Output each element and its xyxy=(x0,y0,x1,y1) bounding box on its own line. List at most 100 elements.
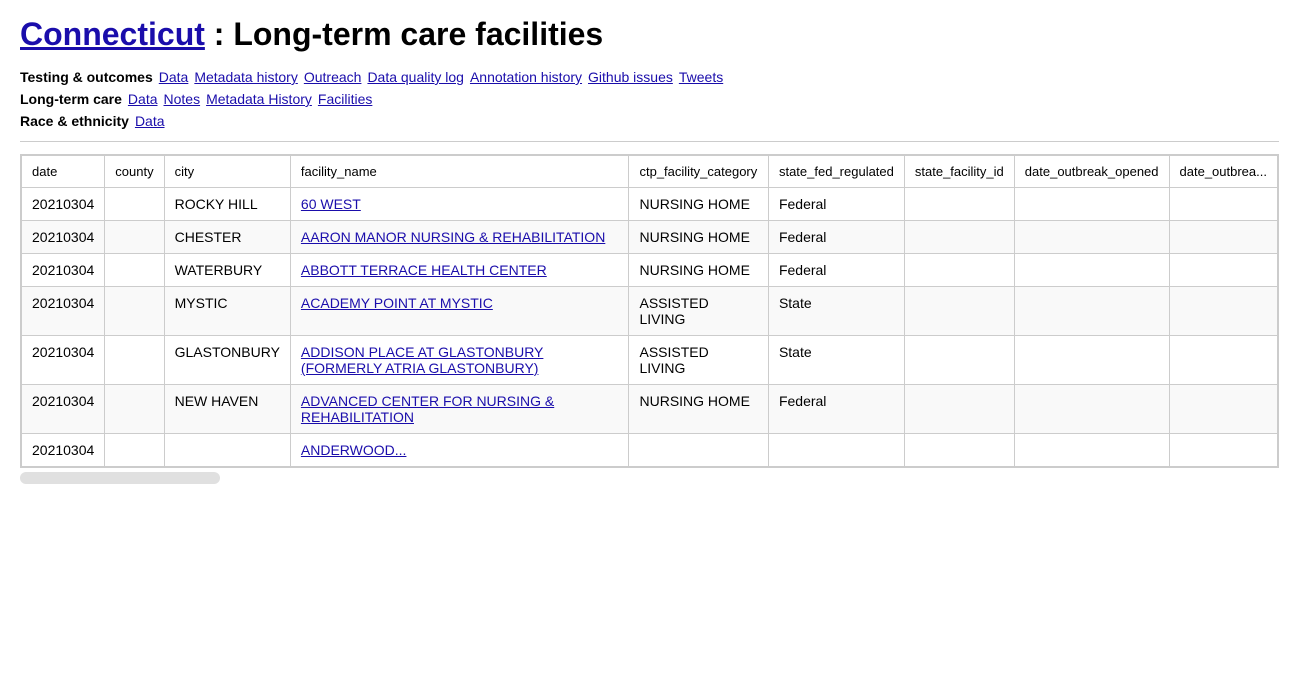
col-header-city: city xyxy=(164,156,290,188)
nav-long-term-care: Long-term care Data Notes Metadata Histo… xyxy=(20,91,1279,107)
cell-state-facility-id xyxy=(904,287,1014,336)
nav-label-ltc: Long-term care xyxy=(20,91,122,107)
cell-county xyxy=(105,434,164,467)
nav-link-github-issues[interactable]: Github issues xyxy=(588,69,673,85)
nav-link-data-ltc[interactable]: Data xyxy=(128,91,158,107)
nav-link-facilities[interactable]: Facilities xyxy=(318,91,372,107)
cell-facility-name: 60 WEST xyxy=(290,188,629,221)
cell-category: NURSING HOME xyxy=(629,221,768,254)
nav-link-data-testing[interactable]: Data xyxy=(159,69,189,85)
nav-link-notes[interactable]: Notes xyxy=(164,91,201,107)
cell-date-outbreak-opened xyxy=(1014,385,1169,434)
nav-label-testing: Testing & outcomes xyxy=(20,69,153,85)
cell-city: WATERBURY xyxy=(164,254,290,287)
cell-state-facility-id xyxy=(904,336,1014,385)
table-row: 20210304 WATERBURY ABBOTT TERRACE HEALTH… xyxy=(22,254,1278,287)
cell-state-facility-id xyxy=(904,385,1014,434)
cell-date-outbreak-opened xyxy=(1014,336,1169,385)
cell-state-fed: Federal xyxy=(768,221,904,254)
col-header-county: county xyxy=(105,156,164,188)
facility-link[interactable]: ACADEMY POINT AT MYSTIC xyxy=(301,295,493,311)
cell-facility-name: ACADEMY POINT AT MYSTIC xyxy=(290,287,629,336)
cell-date-outbreak xyxy=(1169,221,1277,254)
facilities-table: date county city facility_name ctp_facil… xyxy=(21,155,1278,467)
cell-date: 20210304 xyxy=(22,385,105,434)
nav-link-annotation-history[interactable]: Annotation history xyxy=(470,69,582,85)
cell-category: ASSISTED LIVING xyxy=(629,287,768,336)
cell-facility-name: ADDISON PLACE AT GLASTONBURY (FORMERLY A… xyxy=(290,336,629,385)
cell-category: NURSING HOME xyxy=(629,188,768,221)
cell-facility-name: ABBOTT TERRACE HEALTH CENTER xyxy=(290,254,629,287)
facility-link[interactable]: ADDISON PLACE AT GLASTONBURY (FORMERLY A… xyxy=(301,344,543,376)
cell-date: 20210304 xyxy=(22,221,105,254)
table-row: 20210304 CHESTER AARON MANOR NURSING & R… xyxy=(22,221,1278,254)
page-title: Connecticut : Long-term care facilities xyxy=(20,16,1279,53)
cell-state-fed: State xyxy=(768,287,904,336)
cell-city: ROCKY HILL xyxy=(164,188,290,221)
cell-date: 20210304 xyxy=(22,336,105,385)
table-row: 20210304 ANDERWOOD... xyxy=(22,434,1278,467)
cell-date-outbreak-opened xyxy=(1014,254,1169,287)
cell-facility-name: AARON MANOR NURSING & REHABILITATION xyxy=(290,221,629,254)
cell-date-outbreak xyxy=(1169,254,1277,287)
horizontal-scrollbar[interactable] xyxy=(20,472,220,484)
table-row: 20210304 GLASTONBURY ADDISON PLACE AT GL… xyxy=(22,336,1278,385)
facility-link[interactable]: ANDERWOOD... xyxy=(301,442,407,458)
cell-date-outbreak xyxy=(1169,434,1277,467)
cell-date-outbreak-opened xyxy=(1014,287,1169,336)
table-row: 20210304 NEW HAVEN ADVANCED CENTER FOR N… xyxy=(22,385,1278,434)
cell-city: NEW HAVEN xyxy=(164,385,290,434)
col-header-facility-name: facility_name xyxy=(290,156,629,188)
col-header-date: date xyxy=(22,156,105,188)
facility-link[interactable]: 60 WEST xyxy=(301,196,361,212)
cell-county xyxy=(105,287,164,336)
cell-state-facility-id xyxy=(904,221,1014,254)
cell-city: CHESTER xyxy=(164,221,290,254)
nav-link-data-quality-log[interactable]: Data quality log xyxy=(367,69,464,85)
cell-date-outbreak-opened xyxy=(1014,221,1169,254)
table-row: 20210304 MYSTIC ACADEMY POINT AT MYSTIC … xyxy=(22,287,1278,336)
nav-label-race: Race & ethnicity xyxy=(20,113,129,129)
cell-category xyxy=(629,434,768,467)
nav-race-ethnicity: Race & ethnicity Data xyxy=(20,113,1279,129)
facility-link[interactable]: AARON MANOR NURSING & REHABILITATION xyxy=(301,229,605,245)
cell-facility-name: ANDERWOOD... xyxy=(290,434,629,467)
cell-facility-name: ADVANCED CENTER FOR NURSING & REHABILITA… xyxy=(290,385,629,434)
cell-category: NURSING HOME xyxy=(629,385,768,434)
cell-state-fed: State xyxy=(768,336,904,385)
cell-date: 20210304 xyxy=(22,434,105,467)
facility-link[interactable]: ABBOTT TERRACE HEALTH CENTER xyxy=(301,262,547,278)
cell-county xyxy=(105,188,164,221)
nav-link-outreach[interactable]: Outreach xyxy=(304,69,362,85)
cell-date-outbreak xyxy=(1169,188,1277,221)
cell-state-fed: Federal xyxy=(768,254,904,287)
cell-date: 20210304 xyxy=(22,254,105,287)
cell-date-outbreak-opened xyxy=(1014,434,1169,467)
col-header-ctp-facility-category: ctp_facility_category xyxy=(629,156,768,188)
nav-link-metadata-history[interactable]: Metadata history xyxy=(194,69,298,85)
state-link[interactable]: Connecticut xyxy=(20,16,205,52)
cell-city: GLASTONBURY xyxy=(164,336,290,385)
cell-category: ASSISTED LIVING xyxy=(629,336,768,385)
cell-county xyxy=(105,336,164,385)
page-title-suffix: : Long-term care facilities xyxy=(214,16,603,52)
facilities-table-container: date county city facility_name ctp_facil… xyxy=(20,154,1279,468)
col-header-date-outbreak: date_outbrea... xyxy=(1169,156,1277,188)
nav-link-data-race[interactable]: Data xyxy=(135,113,165,129)
cell-date-outbreak xyxy=(1169,385,1277,434)
cell-county xyxy=(105,385,164,434)
cell-county xyxy=(105,221,164,254)
cell-state-fed xyxy=(768,434,904,467)
cell-date-outbreak xyxy=(1169,287,1277,336)
cell-city: MYSTIC xyxy=(164,287,290,336)
cell-state-facility-id xyxy=(904,434,1014,467)
cell-date-outbreak xyxy=(1169,336,1277,385)
nav-link-tweets[interactable]: Tweets xyxy=(679,69,723,85)
nav-testing-outcomes: Testing & outcomes Data Metadata history… xyxy=(20,69,1279,85)
divider xyxy=(20,141,1279,142)
cell-date: 20210304 xyxy=(22,287,105,336)
nav-link-metadata-history-ltc[interactable]: Metadata History xyxy=(206,91,312,107)
cell-county xyxy=(105,254,164,287)
facility-link[interactable]: ADVANCED CENTER FOR NURSING & REHABILITA… xyxy=(301,393,554,425)
cell-state-facility-id xyxy=(904,188,1014,221)
